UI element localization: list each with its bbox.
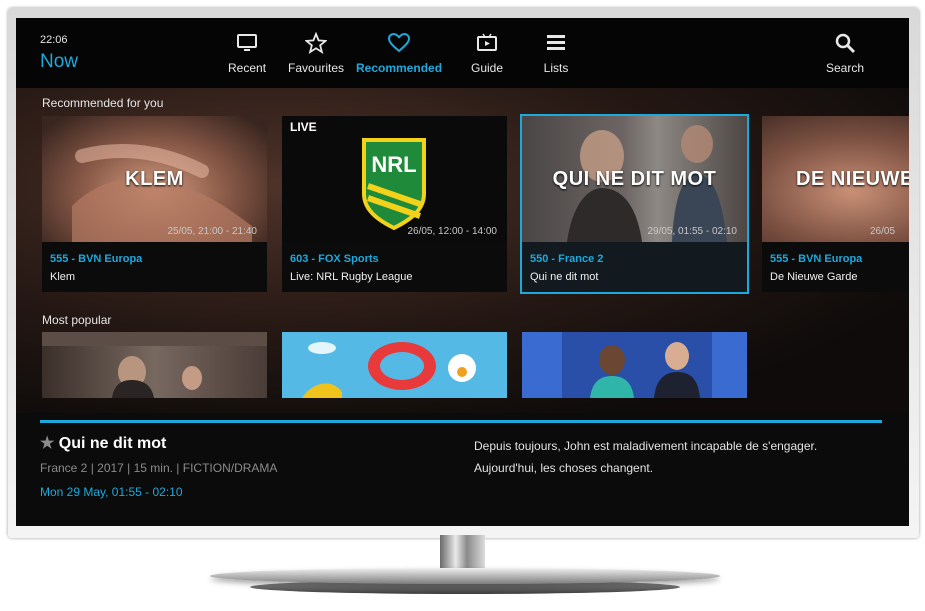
card-overlay-title: KLEM [125, 168, 184, 190]
star-icon[interactable]: ★ [40, 435, 54, 452]
popular-thumbnail[interactable] [282, 332, 507, 398]
card-time: 26/05, 12:00 - 14:00 [407, 226, 497, 237]
tv-stand-base [210, 568, 720, 584]
nav-guide[interactable]: Guide [471, 18, 503, 88]
section-title-popular: Most popular [42, 313, 112, 327]
tv-icon [234, 32, 260, 54]
nav-favourites[interactable]: Favourites [288, 18, 344, 88]
popular-thumbnail[interactable] [42, 332, 267, 398]
nav-label: Lists [543, 60, 569, 75]
nav-label: Search [826, 60, 865, 75]
detail-divider [40, 420, 882, 423]
detail-meta: France 2 | 2017 | 15 min. | FICTION/DRAM… [40, 461, 278, 475]
nav-label: Recent [228, 60, 267, 75]
tv-screen: 22:06 Now Recent Favourites Recommended … [16, 18, 909, 526]
card-channel: 550 - France 2 [530, 253, 604, 265]
nav-label: Favourites [288, 60, 345, 75]
card-time: 29/05, 01:55 - 02:10 [647, 226, 737, 237]
recommendation-card[interactable]: KLEM 25/05, 21:00 - 21:40 555 - BVN Euro… [42, 116, 267, 292]
cartoon-image [282, 332, 507, 398]
detail-title: Qui ne dit mot [58, 435, 167, 452]
nav-lists[interactable]: Lists [543, 18, 569, 88]
card-channel: 555 - BVN Europa [50, 253, 143, 265]
card-program: De Nieuwe Garde [770, 271, 858, 283]
nrl-logo-text: NRL [371, 152, 416, 177]
nav-recent[interactable]: Recent [228, 18, 266, 88]
live-badge: LIVE [290, 120, 317, 134]
top-bar: 22:06 Now Recent Favourites Recommended … [16, 18, 909, 88]
card-program: Live: NRL Rugby League [290, 271, 413, 283]
detail-date: Mon 29 May, 01:55 - 02:10 [40, 485, 183, 499]
search-icon [832, 32, 858, 54]
recommendation-card[interactable]: DE NIEUWE GA 26/05 555 - BVN Europa De N… [762, 116, 909, 292]
nav-recommended[interactable]: Recommended [356, 18, 442, 88]
card-program: Klem [50, 271, 76, 283]
card-program: Qui ne dit mot [530, 271, 599, 283]
star-icon [303, 31, 329, 54]
card-channel: 555 - BVN Europa [770, 253, 863, 265]
list-icon [543, 32, 569, 54]
card-overlay-title: DE NIEUWE GA [796, 168, 909, 190]
card-channel: 603 - FOX Sports [290, 253, 379, 265]
card-overlay-title: QUI NE DIT MOT [552, 168, 717, 190]
recommendation-card-selected[interactable]: QUI NE DIT MOT 29/05, 01:55 - 02:10 550 … [520, 114, 749, 294]
popular-thumbnail[interactable] [522, 332, 747, 398]
news-anchors-image [522, 332, 747, 398]
nav-search[interactable]: Search [826, 18, 864, 88]
recommendation-card[interactable]: NRL LIVE 26/05, 12:00 - 14:00 603 - FOX … [282, 116, 507, 292]
nav-label: Recommended [356, 60, 443, 75]
detail-title-row: ★ Qui ne dit mot [40, 433, 166, 453]
detail-description: Depuis toujours, John est maladivement i… [474, 439, 818, 475]
card-time: 25/05, 21:00 - 21:40 [167, 226, 257, 237]
nav-label: Guide [471, 60, 504, 75]
section-title-recommended: Recommended for you [42, 96, 164, 110]
card-time: 26/05 [870, 226, 896, 237]
clock: 22:06 [40, 34, 68, 46]
guide-icon [474, 32, 500, 54]
card-thumbnail: NRL [282, 116, 507, 242]
nrl-logo: NRL [362, 138, 426, 231]
heart-icon [386, 32, 412, 54]
street-scene-image [42, 332, 267, 398]
view-title: Now [40, 51, 79, 72]
